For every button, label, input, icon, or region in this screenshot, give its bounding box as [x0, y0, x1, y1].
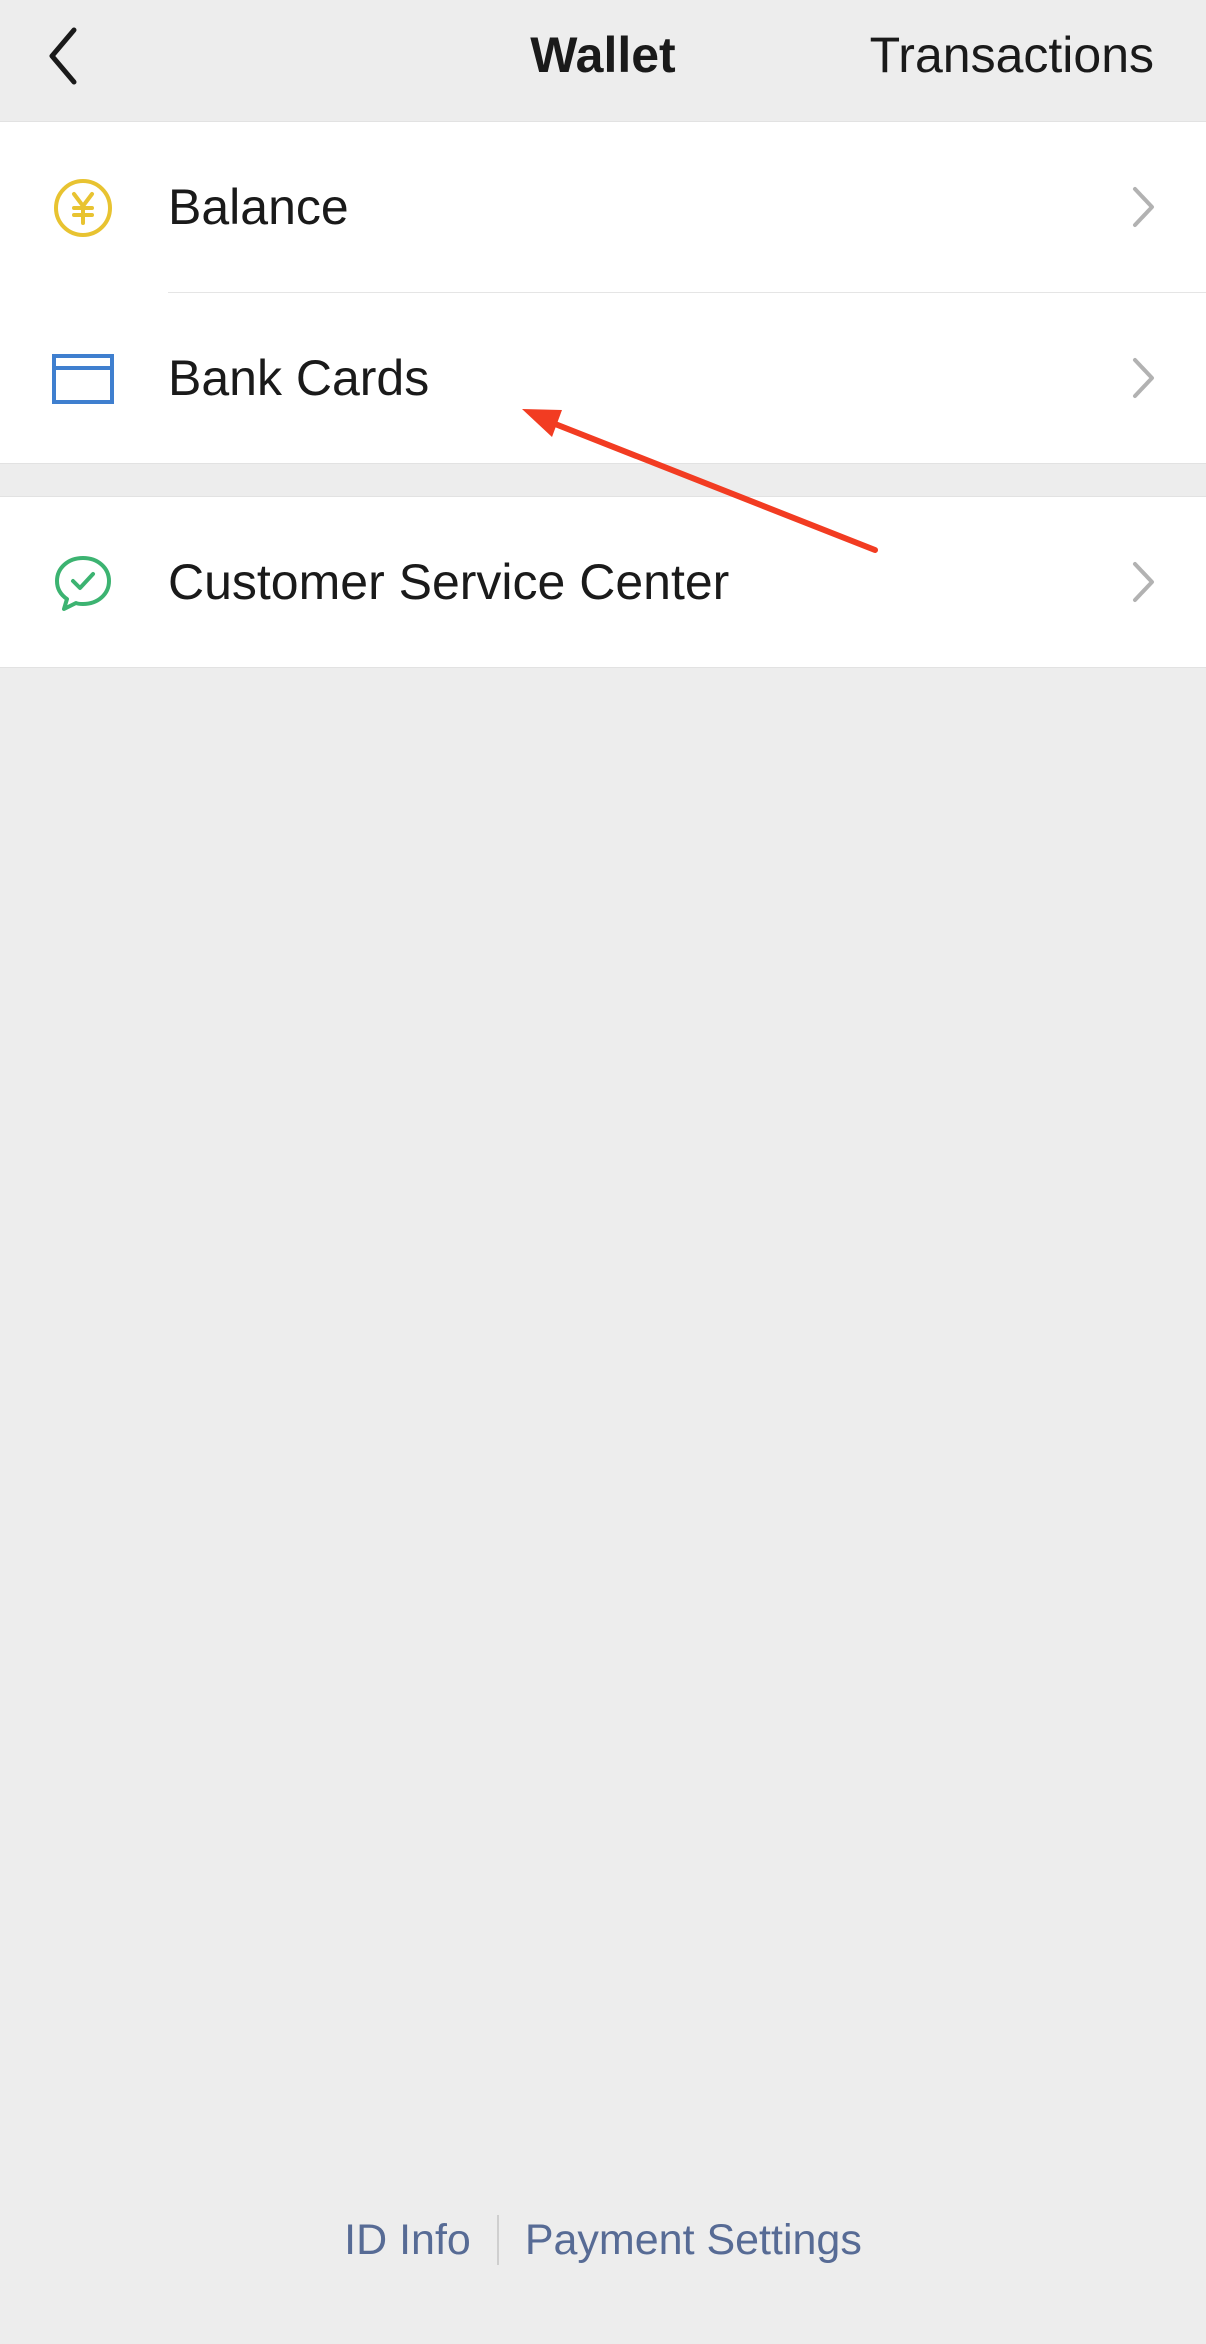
yuan-coin-icon: [54, 179, 112, 237]
balance-row[interactable]: Balance: [0, 122, 1206, 292]
id-info-link[interactable]: ID Info: [318, 2216, 497, 2265]
chevron-right-icon: [1133, 358, 1154, 398]
chevron-right-icon: [1133, 562, 1154, 602]
chevron-left-icon: [49, 27, 77, 85]
nav-bar: Wallet Transactions: [0, 0, 1206, 122]
back-button[interactable]: [30, 22, 100, 92]
balance-label: Balance: [168, 179, 349, 235]
payment-settings-link[interactable]: Payment Settings: [499, 2216, 888, 2265]
bank-cards-label: Bank Cards: [168, 350, 430, 406]
bank-card-icon: [52, 354, 114, 404]
service-menu-group: Customer Service Center: [0, 496, 1206, 668]
wallet-menu-group: Balance Bank Cards: [0, 121, 1206, 464]
customer-service-row[interactable]: Customer Service Center: [0, 497, 1206, 667]
bank-cards-row[interactable]: Bank Cards: [0, 293, 1206, 463]
transactions-button[interactable]: Transactions: [870, 0, 1154, 110]
chat-check-icon: [55, 556, 111, 611]
footer-links: ID Info Payment Settings: [0, 2190, 1206, 2290]
chevron-right-icon: [1133, 187, 1154, 227]
customer-service-label: Customer Service Center: [168, 554, 730, 610]
